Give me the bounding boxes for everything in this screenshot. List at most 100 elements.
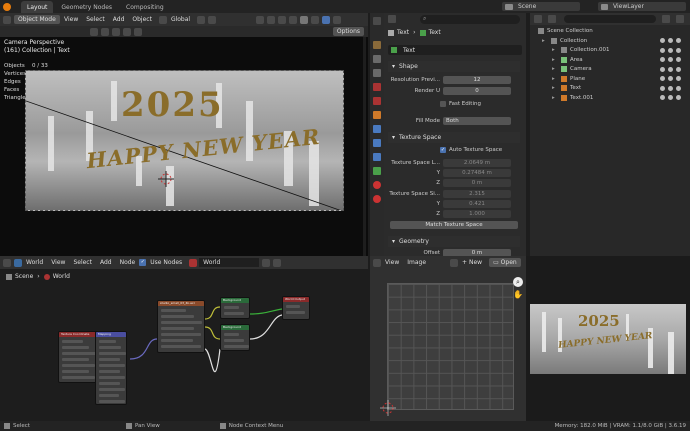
shader-type-dropdown[interactable]: World	[22, 259, 47, 266]
options-button[interactable]: Options	[332, 27, 364, 36]
checkbox-icon[interactable]	[660, 47, 665, 53]
texture-space-size-x-field[interactable]: 2.315	[443, 190, 511, 198]
select-mode-4-icon[interactable]	[134, 27, 142, 36]
expand-arrow-icon[interactable]: ▸	[552, 66, 558, 72]
scene-collection-row[interactable]: Scene Collection	[538, 26, 593, 35]
texture-tab-icon[interactable]	[373, 195, 381, 203]
texture-space-panel-header[interactable]: ▾ Texture Space	[388, 132, 520, 143]
filter-icon[interactable]	[548, 15, 556, 23]
image-menu-image[interactable]: Image	[403, 259, 430, 266]
shader-node[interactable]: studio_small_03_4k.exr	[157, 300, 205, 353]
shader-node[interactable]: World Output	[282, 296, 310, 320]
modifier-tab-icon[interactable]	[373, 125, 381, 133]
particles-tab-icon[interactable]	[373, 139, 381, 147]
output-tab-icon[interactable]	[373, 55, 381, 63]
hand-pan-icon[interactable]: ✋	[513, 290, 523, 300]
camera-render-icon[interactable]	[676, 66, 681, 72]
auto-texture-space-checkbox[interactable]: ✓	[440, 147, 446, 153]
checkbox-icon[interactable]	[660, 57, 665, 62]
2d-cursor-icon[interactable]	[378, 398, 398, 418]
zoom-icon[interactable]: ⌕	[513, 277, 523, 287]
tab-geometry-nodes[interactable]: Geometry Nodes	[55, 1, 118, 13]
use-nodes-checkbox[interactable]: ✓	[139, 259, 147, 266]
material-tab-icon[interactable]	[373, 181, 381, 189]
expand-arrow-icon[interactable]: ▸	[552, 76, 558, 82]
expand-arrow-icon[interactable]: ▸	[552, 85, 558, 91]
texture-space-location-y-field[interactable]: 0.27484 m	[443, 169, 511, 177]
checkbox-icon[interactable]	[660, 76, 665, 81]
node-editor-canvas[interactable]: Scene › World Texture Coordinate Mapping s…	[0, 269, 368, 421]
expand-arrow-icon[interactable]: ▸	[552, 47, 558, 53]
outliner-item-camera[interactable]: ▸ Camera	[552, 65, 690, 74]
texture-space-size-z-field[interactable]: 1.000	[443, 210, 511, 218]
select-mode-2-icon[interactable]	[112, 27, 120, 36]
offset-field[interactable]: 0 m	[443, 249, 511, 256]
outliner-item-collection-001[interactable]: ▸ Collection.001	[552, 46, 690, 55]
texture-space-location-x-field[interactable]: 2.0649 m	[443, 159, 511, 167]
visibility-icon[interactable]	[256, 15, 265, 24]
shader-node[interactable]: Mapping	[95, 331, 127, 405]
eye-icon[interactable]	[668, 85, 673, 91]
expand-arrow-icon[interactable]: ▸	[552, 95, 558, 101]
image-editor-canvas[interactable]: ⌕ ✋	[370, 269, 526, 421]
properties-search-input[interactable]: ⌕	[420, 15, 520, 24]
properties-editor-type-icon[interactable]	[388, 15, 396, 23]
blender-logo-icon[interactable]	[3, 2, 11, 11]
viewport-menu-object[interactable]: Object	[128, 16, 156, 23]
transform-orientation-dropdown[interactable]: Global	[167, 16, 194, 23]
world-datablock-icon[interactable]	[189, 258, 198, 267]
camera-render-icon[interactable]	[676, 57, 681, 62]
world-type-icon[interactable]	[14, 258, 22, 267]
node-editor-type-icon[interactable]	[3, 258, 11, 267]
eye-icon[interactable]	[668, 47, 673, 53]
node-menu-node[interactable]: Node	[116, 259, 140, 266]
eye-icon[interactable]	[668, 76, 673, 81]
overlay-icon[interactable]	[278, 15, 287, 24]
select-mode-icon[interactable]	[101, 27, 109, 36]
checkbox-icon[interactable]	[660, 95, 665, 100]
eye-icon[interactable]	[668, 38, 673, 43]
camera-render-view[interactable]: 2025 HAPPY NEW YEAR	[25, 70, 344, 211]
object-mode-dropdown[interactable]: Object Mode	[14, 15, 60, 24]
shading-solid-icon[interactable]	[311, 15, 320, 24]
viewport-3d[interactable]: Camera Perspective (161) Collection | Te…	[0, 37, 368, 256]
view-layer-selector[interactable]: ViewLayer	[598, 2, 686, 11]
shading-rendered-icon[interactable]	[333, 15, 342, 24]
world-tab-icon[interactable]	[373, 97, 381, 105]
unlink-icon[interactable]	[273, 258, 282, 267]
expand-arrow-icon[interactable]: ▸	[542, 38, 548, 44]
camera-render-icon[interactable]	[676, 95, 681, 100]
tab-layout[interactable]: Layout	[21, 0, 54, 13]
render-tab-icon[interactable]	[373, 41, 381, 49]
physics-tab-icon[interactable]	[373, 153, 381, 161]
eye-icon[interactable]	[668, 66, 673, 72]
gizmo-icon[interactable]	[267, 15, 276, 24]
checkbox-icon[interactable]	[660, 66, 665, 72]
xray-icon[interactable]	[289, 15, 298, 24]
shader-node[interactable]: Background	[220, 297, 250, 319]
tab-compositing[interactable]: Compositing	[120, 1, 170, 13]
outliner-item-area[interactable]: ▸ Area	[552, 55, 690, 64]
viewport-menu-add[interactable]: Add	[109, 16, 129, 23]
outliner-item-collection[interactable]: ▸ Collection	[542, 36, 690, 45]
datablock-selector[interactable]: Text	[388, 45, 522, 55]
eye-icon[interactable]	[668, 57, 673, 62]
view-layer-tab-icon[interactable]	[373, 69, 381, 77]
transform-orientation-icon[interactable]	[158, 15, 167, 24]
geometry-panel-header[interactable]: ▾ Geometry	[388, 236, 520, 247]
new-image-button[interactable]: + New	[458, 259, 486, 266]
snap-icon[interactable]	[197, 15, 206, 24]
camera-render-icon[interactable]	[676, 38, 681, 43]
expand-arrow-icon[interactable]: ▸	[552, 57, 558, 63]
outliner-search-input[interactable]	[564, 15, 656, 23]
new-collection-icon[interactable]	[676, 15, 684, 23]
eye-icon[interactable]	[668, 95, 673, 100]
select-mode-3-icon[interactable]	[123, 27, 131, 36]
tool-tab-icon[interactable]	[373, 17, 381, 25]
outliner-item-text[interactable]: ▸ Text	[552, 84, 690, 93]
shader-node[interactable]: Texture Coordinate	[58, 331, 98, 383]
shader-node[interactable]: Background	[220, 324, 250, 351]
render-u-field[interactable]: 0	[443, 87, 511, 95]
resolution-preview-field[interactable]: 12	[443, 76, 511, 84]
viewport-menu-view[interactable]: View	[60, 16, 82, 23]
